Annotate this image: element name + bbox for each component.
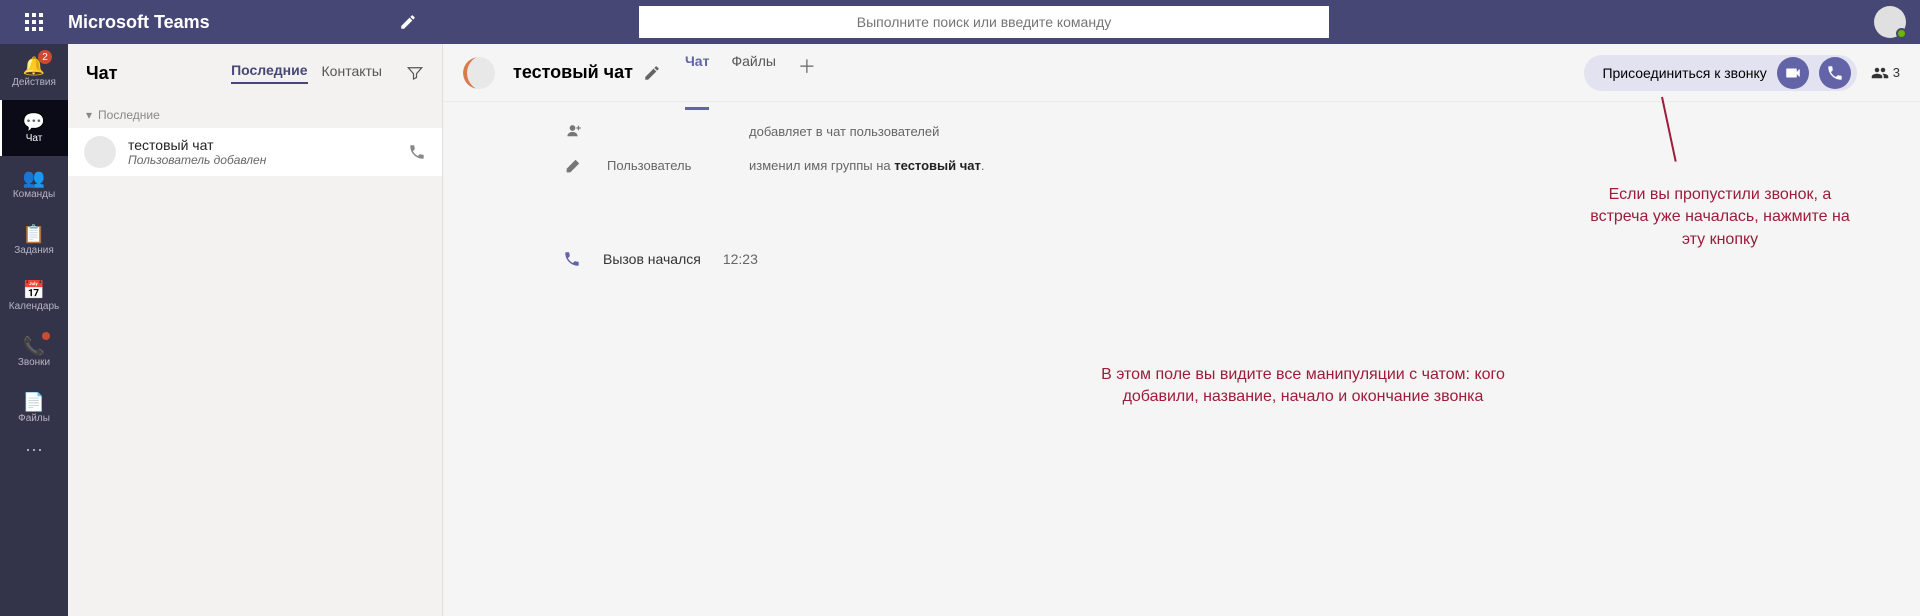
conversation-actions: Присоединиться к звонку 3 [1584, 55, 1900, 91]
filter-button[interactable] [406, 64, 424, 82]
new-chat-button[interactable] [388, 13, 428, 31]
topbar-right [1540, 6, 1920, 38]
teams-icon: 👥 [23, 169, 45, 187]
rail-calls-label: Звонки [18, 357, 50, 368]
rail-activity[interactable]: 🔔 Действия 2 [0, 44, 68, 100]
system-row-call: Вызов начался 12:23 [563, 238, 1920, 280]
phone-icon [408, 143, 426, 161]
chat-list-tabs: Последние Контакты [231, 62, 424, 84]
calendar-icon: 📅 [23, 281, 45, 299]
conv-tab-files[interactable]: Файлы [731, 53, 775, 93]
conv-tab-chat[interactable]: Чат [685, 53, 709, 110]
presence-indicator [1896, 28, 1907, 39]
rail-calendar[interactable]: 📅 Календарь [0, 268, 68, 324]
waffle-icon [25, 13, 43, 31]
user-avatar[interactable] [1874, 6, 1906, 38]
rail-calendar-label: Календарь [9, 301, 59, 312]
chat-item-call-icon [408, 143, 426, 161]
conversation-panel: тестовый чат Чат Файлы ＋ Присоединиться … [443, 44, 1920, 616]
rail-chat-label: Чат [26, 133, 43, 144]
join-call-label: Присоединиться к звонку [1602, 65, 1766, 81]
conversation-header: тестовый чат Чат Файлы ＋ Присоединиться … [443, 44, 1920, 102]
participants-count: 3 [1893, 65, 1900, 80]
conversation-avatar [463, 57, 495, 89]
rail-teams-label: Команды [13, 189, 55, 200]
rail-activity-label: Действия [12, 77, 56, 88]
rail-files[interactable]: 📄 Файлы [0, 380, 68, 436]
join-video-button[interactable] [1777, 57, 1809, 89]
conversation-feed: добавляет в чат пользователей Пользовате… [443, 102, 1920, 280]
chat-list-title: Чат [86, 63, 231, 84]
chat-item-avatar [84, 136, 116, 168]
section-recent[interactable]: ▾ Последние [68, 102, 442, 128]
rail-more-button[interactable]: ⋯ [25, 440, 43, 461]
app-launcher-button[interactable] [0, 13, 68, 31]
rail-chat[interactable]: 💬 Чат [0, 100, 68, 156]
video-icon [1784, 64, 1802, 82]
edit-title-button[interactable] [643, 62, 661, 83]
chat-list-header: Чат Последние Контакты [68, 44, 442, 102]
join-call-pill: Присоединиться к звонку [1584, 55, 1856, 91]
chat-item-preview: Пользователь добавлен [128, 153, 396, 167]
phone-icon [1826, 64, 1844, 82]
renamed-name: тестовый чат [894, 158, 981, 173]
chevron-down-icon: ▾ [86, 108, 92, 122]
participants-button[interactable]: 3 [1871, 64, 1900, 82]
pencil-small-icon [563, 156, 585, 174]
chat-item-meta: тестовый чат Пользователь добавлен [128, 137, 396, 167]
tab-contacts[interactable]: Контакты [322, 63, 382, 83]
files-icon: 📄 [23, 393, 45, 411]
search-wrap [428, 6, 1540, 38]
filter-icon [406, 64, 424, 82]
pencil-icon [643, 64, 661, 82]
app-title: Microsoft Teams [68, 12, 388, 33]
app-rail: 🔔 Действия 2 💬 Чат 👥 Команды 📋 Задания 📅… [0, 44, 68, 616]
rail-files-label: Файлы [18, 413, 50, 424]
rail-assignments[interactable]: 📋 Задания [0, 212, 68, 268]
chat-icon: 💬 [23, 113, 45, 131]
renamed-prefix: изменил имя группы на [749, 158, 894, 173]
annotation-feed: В этом поле вы видите все манипуляции с … [1063, 364, 1543, 409]
chat-item-name: тестовый чат [128, 137, 396, 153]
assignments-icon: 📋 [23, 225, 45, 243]
system-added-text: добавляет в чат пользователей [749, 124, 939, 139]
call-time: 12:23 [723, 251, 758, 267]
conversation-tabs: Чат Файлы ＋ [685, 53, 816, 93]
system-row-renamed: Пользователь изменил имя группы на тесто… [563, 148, 1920, 182]
tab-recent[interactable]: Последние [231, 62, 307, 84]
person-add-icon [563, 122, 585, 140]
add-tab-button[interactable]: ＋ [798, 53, 816, 93]
conversation-title-wrap: тестовый чат [513, 62, 661, 83]
compose-icon [399, 13, 417, 31]
chat-list-panel: Чат Последние Контакты ▾ Последние тесто… [68, 44, 443, 616]
rail-calls[interactable]: 📞 Звонки [0, 324, 68, 380]
system-user-label: Пользователь [607, 158, 727, 173]
system-row-added: добавляет в чат пользователей [563, 114, 1920, 148]
search-input[interactable] [639, 6, 1329, 38]
chat-list-item[interactable]: тестовый чат Пользователь добавлен [68, 128, 442, 176]
people-icon [1871, 64, 1889, 82]
calls-icon: 📞 [23, 337, 45, 355]
top-bar: Microsoft Teams [0, 0, 1920, 44]
join-audio-button[interactable] [1819, 57, 1851, 89]
rail-teams[interactable]: 👥 Команды [0, 156, 68, 212]
section-recent-label: Последние [98, 108, 160, 122]
calls-unread-dot [42, 332, 50, 340]
system-renamed-text: изменил имя группы на тестовый чат. [749, 158, 985, 173]
activity-badge: 2 [38, 50, 52, 64]
phone-small-icon [563, 250, 581, 268]
call-started-text: Вызов начался [603, 251, 701, 267]
conversation-title: тестовый чат [513, 62, 633, 83]
rail-assignments-label: Задания [14, 245, 54, 256]
